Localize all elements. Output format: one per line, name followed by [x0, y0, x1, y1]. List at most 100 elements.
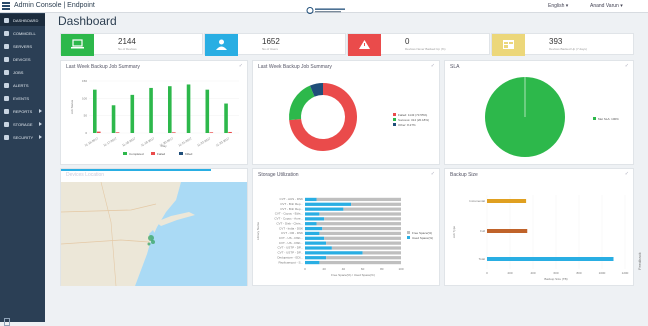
language-selector[interactable]: English ▾: [548, 3, 568, 9]
sidebar-item-events[interactable]: EVENTS: [0, 92, 45, 104]
x-tick-label: 800: [576, 271, 581, 275]
checkmark-icon[interactable]: ✓: [431, 171, 435, 177]
bar-used: [305, 260, 320, 265]
stat-card-users[interactable]: 1652 No of Users: [204, 33, 346, 56]
stat-label: Devices Backed Up (7 days): [549, 47, 587, 51]
x-tick-label: 60: [361, 267, 365, 271]
bar-free: [319, 212, 401, 216]
stat-value: 0: [405, 37, 410, 46]
y-axis-label: Job Type: [452, 226, 456, 238]
bar-completed: [93, 89, 97, 133]
x-tick-label: 100: [398, 267, 403, 271]
collapse-sidebar-icon[interactable]: [4, 318, 10, 326]
y-tick-label: CVT - India - DSK: [279, 226, 303, 230]
legend-label: Used Space(%): [412, 236, 433, 240]
stat-label: Devices Never Backed Up (%): [405, 47, 446, 51]
bar-free: [331, 246, 401, 250]
y-tick-label: Incremental: [469, 199, 485, 203]
dashboard-icon: [4, 17, 9, 23]
x-axis-label: Day: [161, 144, 167, 148]
legend-swatch: [593, 117, 596, 120]
bar-used: [305, 202, 352, 206]
sidebar-item-security[interactable]: SECURITY: [0, 131, 45, 143]
table-icon: [503, 40, 514, 49]
sidebar-item-jobs[interactable]: JOBS: [0, 66, 45, 78]
legend-label: Failed: [157, 152, 166, 156]
y-tick-label: Replicaexpot - S...: [278, 260, 303, 264]
commvault-logo: [306, 2, 346, 14]
bar-used: [305, 207, 344, 211]
map-view[interactable]: [61, 182, 247, 286]
checkmark-icon[interactable]: ✓: [625, 171, 629, 177]
checkmark-icon[interactable]: ✓: [625, 63, 629, 69]
stat-value: 1652: [262, 37, 280, 46]
sidebar-item-alerts[interactable]: ALERTS: [0, 79, 45, 91]
checkmark-icon[interactable]: ✓: [239, 63, 243, 69]
panel-title: Last Week Backup Job Summary: [258, 64, 332, 70]
y-tick-label: CVT - Bnlr Rep...: [280, 207, 303, 211]
y-axis-label: Job Status: [70, 99, 74, 114]
y-tick-label: CVT - USTP - DP...: [277, 246, 303, 250]
x-tick-label: 11-17-2017: [103, 136, 118, 147]
y-tick-label: Dedupstore - EDI...: [277, 255, 303, 259]
sidebar: DASHBOARD COMMCELL SERVERS DEVICES JOBS …: [0, 13, 45, 326]
bar-failed: [115, 132, 120, 133]
y-tick-label: CVT - Disk - Chris...: [276, 221, 303, 225]
bar-free: [326, 256, 401, 260]
y-tick-label: CVT - Copoc - Edis...: [275, 212, 303, 216]
y-tick-label: CVT - OR - DSK: [281, 231, 303, 235]
bar-completed: [168, 86, 172, 133]
y-tick-label: CVT - USTP - DP...: [277, 251, 303, 255]
job-percent-chart: Failed: 1143 (73.55%)Success: 314 (20.18…: [289, 83, 429, 151]
bar-used: [305, 256, 327, 260]
legend-swatch: [123, 152, 127, 155]
user-icon: [216, 39, 227, 50]
bar-free: [324, 236, 401, 240]
stat-icon-box: [61, 34, 94, 56]
y-tick-label: CVT - Copoc - Aure...: [274, 217, 303, 221]
grid-menu-icon[interactable]: [2, 2, 10, 10]
bar-used: [305, 212, 320, 216]
sidebar-item-servers[interactable]: SERVERS: [0, 40, 45, 52]
stat-card-never-backed-up[interactable]: 0 Devices Never Backed Up (%): [347, 33, 490, 56]
bar-used: [305, 251, 363, 255]
sidebar-item-reports[interactable]: REPORTS: [0, 105, 45, 117]
legend-label: Failed: 1143 (73.55%): [398, 113, 427, 117]
sidebar-item-label: SERVERS: [13, 43, 33, 49]
legend-label: Completed: [129, 152, 144, 156]
checkmark-icon[interactable]: ✓: [431, 63, 435, 69]
sidebar-item-label: COMMCELL: [13, 30, 36, 36]
y-axis-label: Library Name: [256, 222, 260, 240]
y-tick-label: 50: [84, 114, 88, 118]
bar-used: [305, 217, 325, 221]
page-title: Dashboard: [58, 14, 117, 28]
sidebar-item-commcell[interactable]: COMMCELL: [0, 27, 45, 39]
stat-card-backed-up[interactable]: 393 Devices Backed Up (7 days): [491, 33, 634, 56]
laptop-icon: [71, 39, 84, 49]
stat-card-devices[interactable]: 2144 No of Devices: [60, 33, 203, 56]
bar-failed: [228, 131, 232, 133]
commcell-icon: [4, 30, 9, 36]
sidebar-item-label: DASHBOARD: [13, 17, 39, 23]
sidebar-item-storage[interactable]: STORAGE: [0, 118, 45, 130]
sidebar-item-dashboard[interactable]: DASHBOARD: [0, 14, 45, 26]
bar-free: [322, 226, 401, 231]
sidebar-item-label: JOBS: [13, 69, 24, 75]
legend-swatch: [179, 152, 183, 155]
bar-used: [305, 246, 332, 250]
bar-used: [305, 226, 323, 231]
sidebar-item-label: STORAGE: [13, 121, 33, 127]
user-menu[interactable]: Anand Varun ▾: [590, 3, 623, 9]
bar-full: [487, 229, 528, 233]
storage-icon: [4, 121, 9, 127]
legend-swatch: [393, 113, 396, 116]
x-tick-label: 80: [380, 267, 384, 271]
feedback-tab[interactable]: Feedback: [637, 252, 642, 270]
bar-free: [319, 231, 401, 236]
alert-icon: [4, 82, 9, 88]
bar-completed: [130, 94, 135, 133]
jobs-icon: [4, 69, 9, 75]
y-tick-label: CVT - AUS - DSK: [280, 197, 303, 201]
sidebar-item-devices[interactable]: DEVICES: [0, 53, 45, 65]
legend-swatch: [393, 123, 396, 126]
